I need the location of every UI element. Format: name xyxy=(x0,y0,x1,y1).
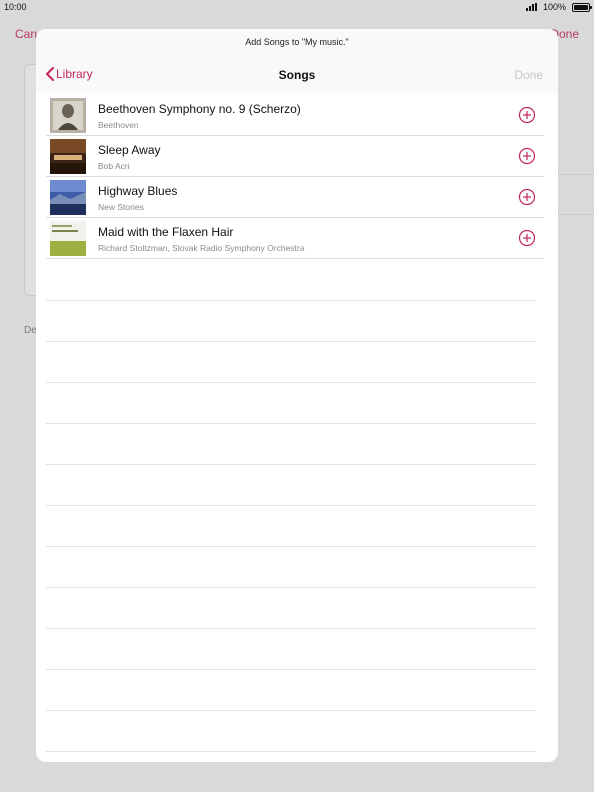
list-divider xyxy=(46,505,536,506)
beethoven-portrait-icon xyxy=(50,98,86,133)
status-time: 10:00 xyxy=(4,2,27,12)
landscape-photo-icon xyxy=(50,180,86,215)
song-title: Maid with the Flaxen Hair xyxy=(98,225,234,239)
song-list: Beethoven Symphony no. 9 (Scherzo) Beeth… xyxy=(36,95,558,259)
background-divider xyxy=(558,174,594,175)
done-button[interactable]: Done xyxy=(514,68,543,82)
list-divider xyxy=(46,464,536,465)
list-divider xyxy=(46,341,536,342)
list-divider xyxy=(46,423,536,424)
background-divider xyxy=(558,214,594,215)
add-circle-icon[interactable] xyxy=(518,229,536,247)
status-indicators: 100% xyxy=(525,2,592,12)
song-artist: Beethoven xyxy=(98,120,139,130)
list-divider xyxy=(46,710,536,711)
stoltzman-cover-icon xyxy=(50,221,86,256)
add-circle-icon[interactable] xyxy=(518,147,536,165)
song-row[interactable]: Highway Blues New Stories xyxy=(46,177,544,218)
song-title: Beethoven Symphony no. 9 (Scherzo) xyxy=(98,102,301,116)
song-row[interactable]: Beethoven Symphony no. 9 (Scherzo) Beeth… xyxy=(46,95,544,136)
song-artist: Richard Stoltzman, Slovak Radio Symphony… xyxy=(98,243,305,253)
list-divider xyxy=(46,546,536,547)
status-bar: 10:00 100% xyxy=(0,0,594,14)
piano-photo-icon xyxy=(50,139,86,174)
add-circle-icon[interactable] xyxy=(518,106,536,124)
page-title: Songs xyxy=(278,68,316,82)
battery-icon xyxy=(572,2,592,12)
add-songs-sheet: Add Songs to "My music." Library Songs D… xyxy=(36,29,558,762)
song-artist: New Stories xyxy=(98,202,144,212)
signal-icon xyxy=(525,3,537,11)
background-cancel-button: Can xyxy=(15,27,38,41)
battery-percent: 100% xyxy=(542,2,566,12)
list-divider xyxy=(46,669,536,670)
list-divider xyxy=(46,751,536,752)
song-artist: Bob Acri xyxy=(98,161,130,171)
list-divider xyxy=(46,628,536,629)
list-divider xyxy=(46,587,536,588)
song-title: Highway Blues xyxy=(98,184,178,198)
list-divider xyxy=(46,382,536,383)
add-circle-icon[interactable] xyxy=(518,188,536,206)
background-description-label: De xyxy=(24,325,37,336)
song-title: Sleep Away xyxy=(98,143,161,157)
song-row[interactable]: Maid with the Flaxen Hair Richard Stoltz… xyxy=(46,218,544,259)
song-row[interactable]: Sleep Away Bob Acri xyxy=(46,136,544,177)
list-divider xyxy=(46,300,536,301)
sheet-prompt: Add Songs to "My music." xyxy=(245,37,349,47)
sheet-header: Add Songs to "My music." Library Songs D… xyxy=(36,29,558,93)
